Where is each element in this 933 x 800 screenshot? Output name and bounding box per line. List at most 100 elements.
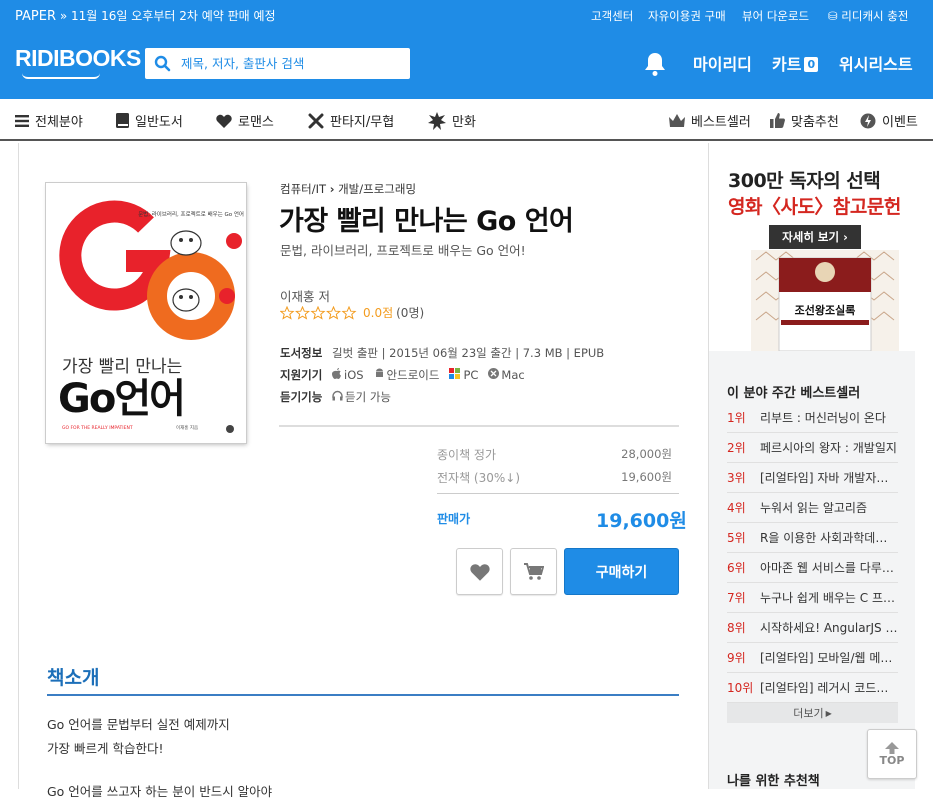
book-cover[interactable]: 문법, 라이브러리, 프로젝트로 배우는 Go 언어 가장 빨리 만나는 Go언…	[46, 183, 246, 443]
bestseller-rank: 1위	[727, 411, 746, 425]
bestseller-item[interactable]: 1위 리부트 : 머신러닝이 온다	[727, 403, 898, 433]
nav-label: 전체분야	[35, 115, 83, 130]
cart-label: 카트	[772, 55, 802, 74]
nav-fantasy[interactable]: 판타지/무협	[308, 111, 394, 130]
bestseller-item[interactable]: 10위 [리얼타임] 레거시 코드를 ...	[727, 673, 898, 703]
bestseller-title: R을 이용한 사회과학데이터...	[760, 531, 898, 545]
nav-label: 만화	[452, 115, 476, 130]
bestseller-title: 페르시아의 왕자 : 개발일지	[760, 441, 897, 455]
mac-icon	[488, 368, 500, 382]
notice[interactable]: PAPER » 11월 16일 오후부터 2차 예약 판매 예정	[15, 7, 276, 24]
bestseller-rank: 2위	[727, 441, 746, 455]
info-value: 길벗 출판 | 2015년 06월 23일 출간 | 7.3 MB | EPUB	[332, 346, 605, 360]
nav-label: 일반도서	[135, 115, 183, 130]
link-viewer-download[interactable]: 뷰어 다운로드	[742, 8, 809, 24]
bestseller-item[interactable]: 5위 R을 이용한 사회과학데이터...	[727, 523, 898, 553]
bestseller-item[interactable]: 2위 페르시아의 왕자 : 개발일지	[727, 433, 898, 463]
chevron-right-icon: ›	[329, 182, 335, 196]
bestseller-item[interactable]: 7위 누구나 쉽게 배우는 C 프로그...	[727, 583, 898, 613]
bell-icon[interactable]	[643, 51, 667, 77]
logo[interactable]: RIDIBOOKS	[15, 45, 141, 72]
bestseller-item[interactable]: 8위 시작하세요! AngularJS 프로그...	[727, 613, 898, 643]
search-input[interactable]	[179, 48, 404, 79]
device-row: 지원기기 iOS 안드로이드 PC Mac	[280, 367, 525, 383]
book-author[interactable]: 이재홍 저	[280, 286, 330, 305]
breadcrumb: 컴퓨터/IT › 개발/프로그래밍	[280, 181, 416, 197]
ad-detail-button[interactable]: 자세히 보기 ›	[769, 225, 861, 249]
paper-price-value: 28,000원	[621, 447, 672, 461]
intro-line: 가장 빠르게 학습한다!	[47, 741, 164, 756]
nav-general-books[interactable]: 일반도서	[116, 111, 183, 130]
more-button[interactable]: 더보기 ▶	[727, 703, 898, 723]
intro-heading: 책소개	[47, 667, 100, 689]
bestseller-item[interactable]: 3위 [리얼타임] 자바 개발자를 위한...	[727, 463, 898, 493]
bestseller-item[interactable]: 4위 누워서 읽는 알고리즘	[727, 493, 898, 523]
nav-event[interactable]: 이벤트	[860, 111, 918, 130]
book-title: 가장 빨리 만나는 Go 언어	[279, 206, 574, 237]
ad-detail-label: 자세히 보기	[782, 230, 840, 244]
nav-bestseller[interactable]: 베스트셀러	[669, 111, 751, 130]
device-android: 안드로이드	[386, 368, 440, 382]
main-header: RIDIBOOKS 마이리디 카트0 위시리스트	[0, 31, 933, 99]
top-label: TOP	[879, 753, 905, 767]
intro-line: Go 언어를 문법부터 실전 예제까지	[47, 717, 230, 732]
ebook-price-label: 전자책 (30%↓)	[437, 471, 521, 485]
nav-label: 로맨스	[238, 115, 274, 130]
bestseller-title: [리얼타임] 모바일/웹 메시징	[760, 651, 898, 665]
link-cash-charge[interactable]: ⛁ 리디캐시 충전	[828, 8, 908, 24]
breadcrumb-subcategory[interactable]: 개발/프로그래밍	[338, 182, 416, 196]
intro-divider	[47, 694, 679, 696]
info-label: 도서정보	[280, 346, 323, 360]
cover-footer: GO FOR THE REALLY IMPATIENT	[62, 425, 133, 431]
breadcrumb-category[interactable]: 컴퓨터/IT	[280, 182, 326, 196]
add-to-cart-button[interactable]	[510, 548, 557, 595]
my-ridi-link[interactable]: 마이리디	[693, 51, 752, 75]
bestseller-item[interactable]: 6위 아마존 웹 서비스를 다루는...	[727, 553, 898, 583]
cart-count-badge: 0	[804, 57, 819, 72]
bestseller-rank: 3위	[727, 471, 746, 485]
rating-score: 0.0점	[363, 306, 394, 320]
buy-button[interactable]: 구매하기	[564, 548, 679, 595]
recommend-heading: 나를 위한 추천책	[727, 774, 820, 789]
bestseller-title: 누워서 읽는 알고리즘	[760, 501, 867, 515]
nav-all-categories[interactable]: 전체분야	[15, 111, 83, 130]
nav-label: 베스트셀러	[691, 115, 751, 130]
wishlist-link[interactable]: 위시리스트	[839, 51, 913, 75]
nav-romance[interactable]: 로맨스	[216, 111, 274, 130]
apple-icon	[332, 368, 342, 382]
event-icon	[860, 113, 876, 128]
nav-comics[interactable]: 만화	[428, 111, 476, 130]
heart-icon	[469, 563, 490, 581]
wishlist-button[interactable]	[456, 548, 503, 595]
link-customer-center[interactable]: 고객센터	[591, 8, 633, 24]
nav-recommend[interactable]: 맞춤추천	[770, 111, 839, 130]
bestseller-title: 누구나 쉽게 배우는 C 프로그...	[760, 591, 898, 605]
listen-label: 듣기기능	[280, 390, 323, 404]
paper-label: PAPER	[15, 9, 56, 24]
coin-icon: ⛁	[828, 9, 838, 23]
cover-art: 문법, 라이브러리, 프로젝트로 배우는 Go 언어 가장 빨리 만나는 Go언…	[46, 183, 246, 443]
bestseller-rank: 4위	[727, 501, 746, 515]
notice-text: 11월 16일 오후부터 2차 예약 판매 예정	[70, 9, 276, 23]
bestseller-item[interactable]: 9위 [리얼타임] 모바일/웹 메시징	[727, 643, 898, 673]
headphones-icon	[332, 390, 343, 404]
cart-link[interactable]: 카트 0	[772, 51, 819, 75]
scroll-top-button[interactable]: TOP	[867, 729, 917, 779]
listen-row: 듣기기능 듣기 가능	[280, 389, 391, 405]
listen-value: 듣기 가능	[345, 390, 391, 404]
paper-price-row: 종이책 정가 28,000원	[437, 446, 672, 463]
rating-count: (0명)	[396, 306, 425, 320]
thumbs-up-icon	[770, 113, 785, 128]
search-icon[interactable]	[154, 55, 171, 72]
bestseller-rank: 5위	[727, 531, 746, 545]
book-info-row: 도서정보 길벗 출판 | 2015년 06월 23일 출간 | 7.3 MB | …	[280, 345, 604, 361]
heart-icon	[216, 114, 232, 128]
bestseller-heading: 이 분야 주간 베스트셀러	[727, 386, 861, 401]
book-subtitle: 문법, 라이브러리, 프로젝트로 배우는 Go 언어!	[280, 243, 526, 258]
link-pass-purchase[interactable]: 자유이용권 구매	[648, 8, 726, 24]
triangle-right-icon: ▶	[825, 708, 832, 718]
ad-book-title: 조선왕조실록	[795, 303, 856, 317]
crossed-swords-icon	[308, 113, 324, 128]
bestseller-title: [리얼타임] 레거시 코드를 ...	[760, 681, 898, 695]
nav-label: 판타지/무협	[330, 115, 395, 130]
